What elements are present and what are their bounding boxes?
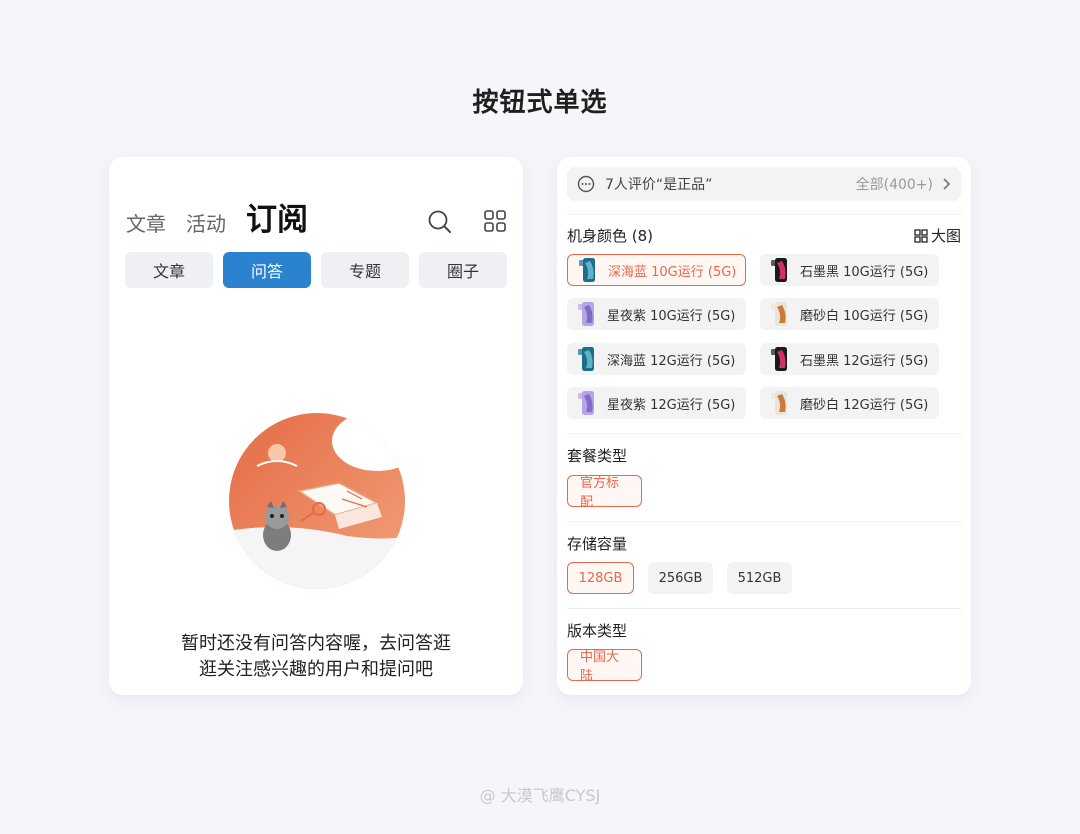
divider <box>567 608 961 609</box>
phone-blue-icon <box>578 347 594 371</box>
empty-line-1: 暂时还没有问答内容喔，去问答逛 <box>181 633 451 654</box>
grid-icon[interactable] <box>483 209 507 233</box>
segment-qa[interactable]: 问答 <box>223 252 311 288</box>
version-option-mainland[interactable]: 中国大陆 <box>567 649 642 684</box>
big-image-button[interactable]: 大图 <box>914 225 961 246</box>
top-tabs: 文章 活动 订阅 <box>126 201 328 239</box>
divider <box>567 521 961 522</box>
color-option-label: 磨砂白 12G运行 (5G) <box>800 397 929 413</box>
tab-subscription[interactable]: 订阅 <box>246 201 308 239</box>
product-options-card: 7人评价“是正品” 全部(400+) 机身颜色 (8) 大图 套餐类型 官方标配… <box>557 157 971 695</box>
package-section-title: 套餐类型 <box>567 447 628 465</box>
tab-articles[interactable]: 文章 <box>126 209 166 239</box>
version-section-title: 版本类型 <box>567 622 628 640</box>
color-option-label: 石墨黑 10G运行 (5G) <box>800 264 929 280</box>
divider <box>567 433 961 434</box>
phone-white-icon <box>771 302 787 326</box>
color-option[interactable]: 深海蓝 10G运行 (5G) <box>567 254 746 286</box>
search-icon[interactable] <box>427 209 453 235</box>
color-option[interactable]: 石墨黑 12G运行 (5G) <box>760 343 939 375</box>
review-text: 7人评价“是正品” <box>605 177 713 193</box>
color-option-label: 深海蓝 12G运行 (5G) <box>607 353 736 369</box>
empty-line-2: 逛关注感兴趣的用户和提问吧 <box>199 659 433 680</box>
empty-state-message: 暂时还没有问答内容喔，去问答逛 逛关注感兴趣的用户和提问吧 <box>109 631 523 683</box>
storage-option-512gb[interactable]: 512GB <box>727 562 792 594</box>
review-count: 全部(400+) <box>855 177 933 193</box>
color-option-label: 星夜紫 10G运行 (5G) <box>607 308 736 324</box>
empty-state-illustration <box>229 413 405 589</box>
color-option[interactable]: 深海蓝 12G运行 (5G) <box>567 343 746 375</box>
package-option-standard[interactable]: 官方标配 <box>567 475 642 510</box>
tab-activities[interactable]: 活动 <box>186 209 226 239</box>
page-title: 按钮式单选 <box>472 88 608 118</box>
segment-articles[interactable]: 文章 <box>125 252 213 288</box>
storage-option-256gb[interactable]: 256GB <box>648 562 713 594</box>
color-section-title: 机身颜色 (8) <box>567 227 654 245</box>
review-bar[interactable]: 7人评价“是正品” 全部(400+) <box>567 167 961 201</box>
chevron-right-icon <box>943 178 951 190</box>
storage-section-title: 存储容量 <box>567 535 628 553</box>
phone-purple-icon <box>578 302 594 326</box>
segment-control: 文章 问答 专题 圈子 <box>125 252 517 288</box>
color-option[interactable]: 星夜紫 12G运行 (5G) <box>567 387 746 419</box>
color-option-label: 星夜紫 12G运行 (5G) <box>607 397 736 413</box>
phone-purple-icon <box>578 391 594 415</box>
phone-white-icon <box>771 391 787 415</box>
color-option[interactable]: 石墨黑 10G运行 (5G) <box>760 254 939 286</box>
phone-blue-icon <box>579 258 595 282</box>
watermark: @ 大漠飞鹰CYSJ <box>479 786 601 805</box>
segment-circles[interactable]: 圈子 <box>419 252 507 288</box>
subscription-card: 文章 活动 订阅 文章 问答 专题 圈子 暂时还没有问答内容喔，去问答逛 逛关注… <box>109 157 523 695</box>
color-option-label: 深海蓝 10G运行 (5G) <box>608 264 737 280</box>
color-option[interactable]: 磨砂白 10G运行 (5G) <box>760 298 939 330</box>
color-option[interactable]: 磨砂白 12G运行 (5G) <box>760 387 939 419</box>
grid-small-icon <box>914 228 928 243</box>
phone-black-icon <box>771 258 787 282</box>
segment-topics[interactable]: 专题 <box>321 252 409 288</box>
phone-black-icon <box>771 347 787 371</box>
color-option-label: 磨砂白 10G运行 (5G) <box>800 308 929 324</box>
color-option[interactable]: 星夜紫 10G运行 (5G) <box>567 298 746 330</box>
big-image-label: 大图 <box>930 227 961 245</box>
divider <box>567 214 961 215</box>
storage-option-128gb[interactable]: 128GB <box>567 562 634 594</box>
color-option-label: 石墨黑 12G运行 (5G) <box>800 353 929 369</box>
message-icon <box>577 175 595 193</box>
